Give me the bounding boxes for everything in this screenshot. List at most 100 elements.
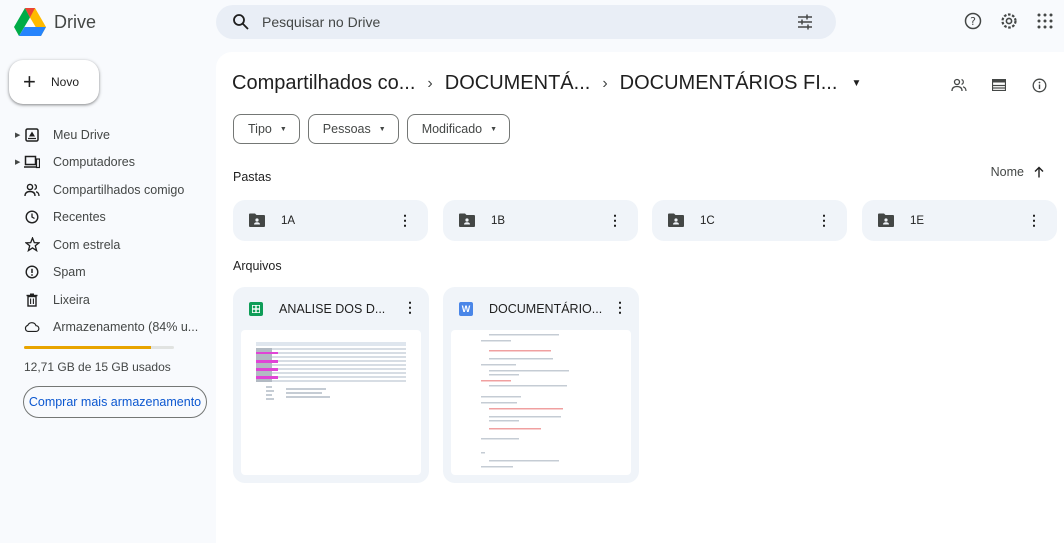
file-name: DOCUMENTÁRIO... xyxy=(489,302,603,316)
sidebar-item-label: Lixeira xyxy=(53,292,90,307)
settings-gear-icon[interactable] xyxy=(998,10,1020,32)
breadcrumb-item-current[interactable]: DOCUMENTÁRIOS FI... xyxy=(620,72,838,95)
spam-icon xyxy=(24,264,40,280)
sidebar-nav: ▶ Meu Drive ▶ Computadores Compartilhado… xyxy=(0,121,212,341)
word-document-icon: W xyxy=(459,302,473,316)
chevron-down-icon: ▼ xyxy=(279,125,287,133)
filter-people[interactable]: Pessoas ▼ xyxy=(307,114,399,144)
more-options-icon[interactable]: ⋮ xyxy=(403,299,417,315)
drive-logo-icon xyxy=(14,8,46,36)
sidebar-item-label: Compartilhados comigo xyxy=(53,182,185,197)
folder-name: 1C xyxy=(700,214,715,227)
filter-label: Modificado xyxy=(421,122,483,136)
sidebar-item-label: Computadores xyxy=(53,155,135,170)
chevron-down-icon: ▼ xyxy=(378,125,386,133)
storage-progress-fill xyxy=(24,346,152,349)
sidebar-item-trash[interactable]: Lixeira xyxy=(0,286,212,314)
sort-ascending-arrow-icon[interactable] xyxy=(1034,166,1044,178)
apps-grid-icon[interactable] xyxy=(1034,10,1056,32)
sort-label: Nome xyxy=(990,165,1024,179)
search-options-icon[interactable] xyxy=(796,14,814,30)
file-card[interactable]: W DOCUMENTÁRIO... ⋮ xyxy=(443,287,639,483)
folder-name: 1A xyxy=(281,214,296,227)
breadcrumb-item-documentaries[interactable]: DOCUMENTÁ... xyxy=(445,72,591,95)
svg-text:?: ? xyxy=(970,15,976,28)
more-options-icon[interactable]: ⋮ xyxy=(817,212,831,228)
search-bar[interactable] xyxy=(216,5,836,39)
new-button-label: Novo xyxy=(51,75,80,89)
search-input[interactable] xyxy=(262,14,782,30)
filter-label: Tipo xyxy=(248,122,272,136)
sidebar-item-my-drive[interactable]: ▶ Meu Drive xyxy=(0,121,212,149)
folder-card[interactable]: 1B ⋮ xyxy=(443,200,638,241)
storage-progress-bar xyxy=(24,346,174,349)
sidebar-item-label: Meu Drive xyxy=(53,127,110,142)
star-icon xyxy=(24,237,40,253)
trash-icon xyxy=(24,292,40,308)
filter-chips: Tipo ▼ Pessoas ▼ Modificado ▼ xyxy=(233,114,511,144)
more-options-icon[interactable]: ⋮ xyxy=(398,212,412,228)
filter-label: Pessoas xyxy=(322,122,371,136)
file-card[interactable]: ANALISE DOS D... ⋮ xyxy=(233,287,429,483)
chevron-down-icon: ▼ xyxy=(490,125,498,133)
shared-icon xyxy=(24,182,40,198)
buy-storage-button[interactable]: Comprar mais armazenamento xyxy=(23,386,207,418)
sidebar-item-label: Com estrela xyxy=(53,237,121,252)
shared-folder-icon xyxy=(878,213,894,227)
sidebar-item-starred[interactable]: Com estrela xyxy=(0,231,212,259)
google-sheets-icon xyxy=(249,302,263,316)
cloud-icon xyxy=(24,319,40,335)
sidebar-item-computers[interactable]: ▶ Computadores xyxy=(0,149,212,177)
breadcrumb-separator: › xyxy=(602,74,608,92)
breadcrumb-item-shared[interactable]: Compartilhados co... xyxy=(232,72,415,95)
my-drive-icon xyxy=(24,127,40,143)
list-view-icon[interactable] xyxy=(990,76,1008,94)
file-header: W DOCUMENTÁRIO... xyxy=(459,301,625,317)
folder-card[interactable]: 1E ⋮ xyxy=(862,200,1057,241)
sidebar-item-spam[interactable]: Spam xyxy=(0,259,212,287)
search-icon[interactable] xyxy=(232,13,250,31)
more-options-icon[interactable]: ⋮ xyxy=(608,212,622,228)
breadcrumb: Compartilhados co... › DOCUMENTÁ... › DO… xyxy=(232,72,861,95)
breadcrumb-separator: › xyxy=(427,74,433,92)
file-header: ANALISE DOS D... xyxy=(249,301,415,317)
sidebar-item-recent[interactable]: Recentes xyxy=(0,204,212,232)
filter-modified[interactable]: Modificado ▼ xyxy=(406,114,511,144)
file-thumbnail xyxy=(451,330,631,475)
more-options-icon[interactable]: ⋮ xyxy=(1027,212,1041,228)
drive-logo[interactable]: Drive xyxy=(14,8,96,36)
shared-folder-icon xyxy=(668,213,684,227)
folder-name: 1B xyxy=(491,214,506,227)
file-name: ANALISE DOS D... xyxy=(279,302,386,316)
folder-card[interactable]: 1A ⋮ xyxy=(233,200,428,241)
spreadsheet-preview-image xyxy=(256,342,406,400)
expand-arrow-icon[interactable]: ▶ xyxy=(15,131,20,139)
new-button[interactable]: + Novo xyxy=(9,60,99,104)
sidebar-item-label: Armazenamento (84% u... xyxy=(53,320,199,335)
folders-section-title: Pastas xyxy=(233,170,272,184)
main-content: Compartilhados co... › DOCUMENTÁ... › DO… xyxy=(216,52,1064,543)
folder-name: 1E xyxy=(910,214,925,227)
info-icon[interactable] xyxy=(1030,76,1048,94)
filter-type[interactable]: Tipo ▼ xyxy=(233,114,300,144)
plus-icon: + xyxy=(23,69,36,94)
sidebar-item-storage[interactable]: Armazenamento (84% u... xyxy=(0,314,212,342)
app-name: Drive xyxy=(54,11,97,32)
shared-folder-icon xyxy=(459,213,475,227)
folder-actions-dropdown-icon[interactable]: ▼ xyxy=(851,78,861,89)
clock-icon xyxy=(24,209,40,225)
document-preview-image xyxy=(481,334,569,468)
help-icon[interactable]: ? xyxy=(962,10,984,32)
manage-access-icon[interactable] xyxy=(950,76,968,94)
sidebar-item-label: Spam xyxy=(53,265,86,280)
more-options-icon[interactable]: ⋮ xyxy=(613,299,627,315)
shared-folder-icon xyxy=(249,213,265,227)
expand-arrow-icon[interactable]: ▶ xyxy=(15,158,20,166)
file-thumbnail xyxy=(241,330,421,475)
folder-card[interactable]: 1C ⋮ xyxy=(652,200,847,241)
sidebar-item-shared-with-me[interactable]: Compartilhados comigo xyxy=(0,176,212,204)
sort-control[interactable]: Nome xyxy=(991,165,1044,179)
sidebar-item-label: Recentes xyxy=(53,210,106,225)
view-actions xyxy=(950,76,1048,94)
header-actions: ? xyxy=(962,10,1056,32)
